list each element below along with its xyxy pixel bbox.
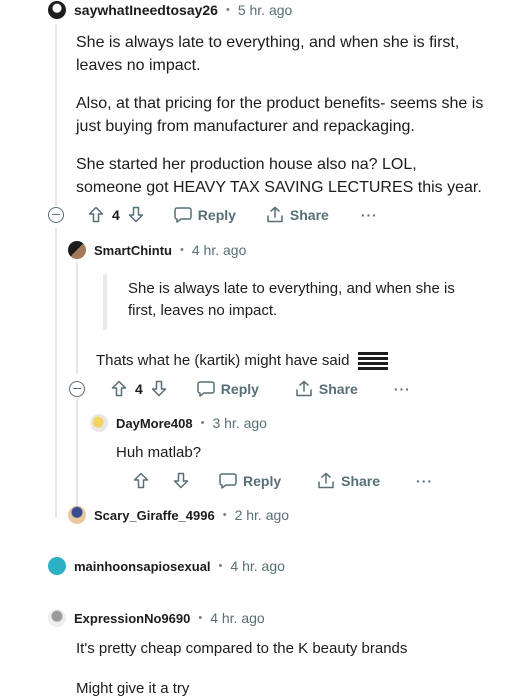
comment-bubble-icon <box>174 206 192 223</box>
timestamp: 2 hr. ago <box>234 507 290 523</box>
share-label: Share <box>318 380 358 397</box>
username[interactable]: SmartChintu <box>94 243 172 258</box>
comment-header: SmartChintu • 4 hr. ago <box>68 241 246 259</box>
upvote-icon <box>88 206 104 223</box>
avatar[interactable] <box>68 506 86 524</box>
upvote-button[interactable] <box>133 472 149 489</box>
downvote-icon <box>173 472 189 489</box>
collapse-button[interactable] <box>69 380 85 397</box>
more-options-button[interactable]: ··· <box>394 381 411 397</box>
thread-line-nested-lower[interactable] <box>76 398 78 508</box>
reply-label: Reply <box>243 472 282 489</box>
reply-label: Reply <box>197 206 236 223</box>
comment-header: DayMore408 • 3 hr. ago <box>90 414 267 432</box>
username[interactable]: mainhoonsapiosexual <box>74 559 211 574</box>
striped-emoji-icon <box>357 351 388 370</box>
username[interactable]: Scary_Giraffe_4996 <box>94 508 215 523</box>
share-icon <box>295 380 313 397</box>
comment-text: Thats what he (kartik) might have said <box>96 352 350 369</box>
reply-button[interactable]: Reply <box>219 472 281 489</box>
comment-actions: 4 Reply Share ··· <box>48 206 378 223</box>
thread-line-main-lower[interactable] <box>55 228 57 518</box>
comment-text: Also, at that pricing for the product be… <box>76 95 484 135</box>
comment-actions: Reply Share ··· <box>133 472 433 489</box>
separator-dot: • <box>180 244 184 256</box>
separator-dot: • <box>218 560 223 572</box>
separator-dot: • <box>200 417 205 429</box>
downvote-icon <box>128 206 144 223</box>
comment-header: ExpressionNo9690 • 4 hr. ago <box>48 609 265 627</box>
username[interactable]: ExpressionNo9690 <box>74 611 190 626</box>
username[interactable]: DayMore408 <box>116 416 193 431</box>
thread-line-main[interactable] <box>55 24 57 206</box>
share-label: Share <box>341 472 381 489</box>
separator-dot: • <box>225 4 230 16</box>
comment-text: Huh matlab? <box>116 444 202 461</box>
quoted-text: She is always late to everything, and wh… <box>128 280 455 319</box>
avatar[interactable] <box>90 414 108 432</box>
downvote-button[interactable] <box>128 206 144 223</box>
avatar[interactable] <box>48 557 66 575</box>
share-button[interactable]: Share <box>295 380 358 397</box>
timestamp: 4 hr. ago <box>230 558 285 574</box>
downvote-button[interactable] <box>151 380 167 397</box>
upvote-icon <box>111 380 127 397</box>
share-label: Share <box>289 206 329 223</box>
comment-bubble-icon <box>197 380 215 397</box>
downvote-icon <box>151 380 167 397</box>
reply-button[interactable]: Reply <box>174 206 236 223</box>
comment-bubble-icon <box>219 472 237 489</box>
avatar[interactable] <box>48 1 66 19</box>
downvote-button[interactable] <box>173 472 189 489</box>
upvote-icon <box>133 472 149 489</box>
reply-button[interactable]: Reply <box>197 380 259 397</box>
collapse-button[interactable] <box>48 206 64 223</box>
more-options-button[interactable]: ··· <box>361 207 378 223</box>
comment-header[interactable]: mainhoonsapiosexual • 4 hr. ago <box>48 557 285 575</box>
comment-text: She is always late to everything, and wh… <box>76 34 460 74</box>
comment-header: saywhatIneedtosay26 • 5 hr. ago <box>48 1 292 19</box>
share-icon <box>266 206 284 223</box>
share-button[interactable]: Share <box>317 472 380 489</box>
vote-count: 4 <box>135 380 143 397</box>
timestamp: 3 hr. ago <box>212 415 267 431</box>
share-button[interactable]: Share <box>266 206 329 223</box>
quote-bar <box>103 274 107 330</box>
separator-dot: • <box>222 509 227 521</box>
timestamp: 4 hr. ago <box>210 610 265 626</box>
vote-count: 4 <box>112 206 120 223</box>
comment-text-row: Thats what he (kartik) might have said <box>96 349 388 372</box>
comment-text: Might give it a try <box>76 680 190 697</box>
share-icon <box>317 472 335 489</box>
comment-text: It's pretty cheap compared to the K beau… <box>76 640 408 657</box>
reply-label: Reply <box>220 380 259 397</box>
thread-line-nested[interactable] <box>76 262 78 374</box>
username[interactable]: saywhatIneedtosay26 <box>74 2 218 18</box>
upvote-button[interactable] <box>88 206 104 223</box>
more-options-button[interactable]: ··· <box>416 473 433 489</box>
timestamp: 5 hr. ago <box>237 2 293 18</box>
avatar[interactable] <box>68 241 86 259</box>
timestamp: 4 hr. ago <box>191 242 247 258</box>
comment-header[interactable]: Scary_Giraffe_4996 • 2 hr. ago <box>68 506 289 524</box>
comment-text: She started her production house also na… <box>76 156 482 196</box>
separator-dot: • <box>198 612 203 624</box>
comment-actions: 4 Reply Share ··· <box>69 380 411 397</box>
avatar[interactable] <box>48 609 66 627</box>
upvote-button[interactable] <box>111 380 127 397</box>
